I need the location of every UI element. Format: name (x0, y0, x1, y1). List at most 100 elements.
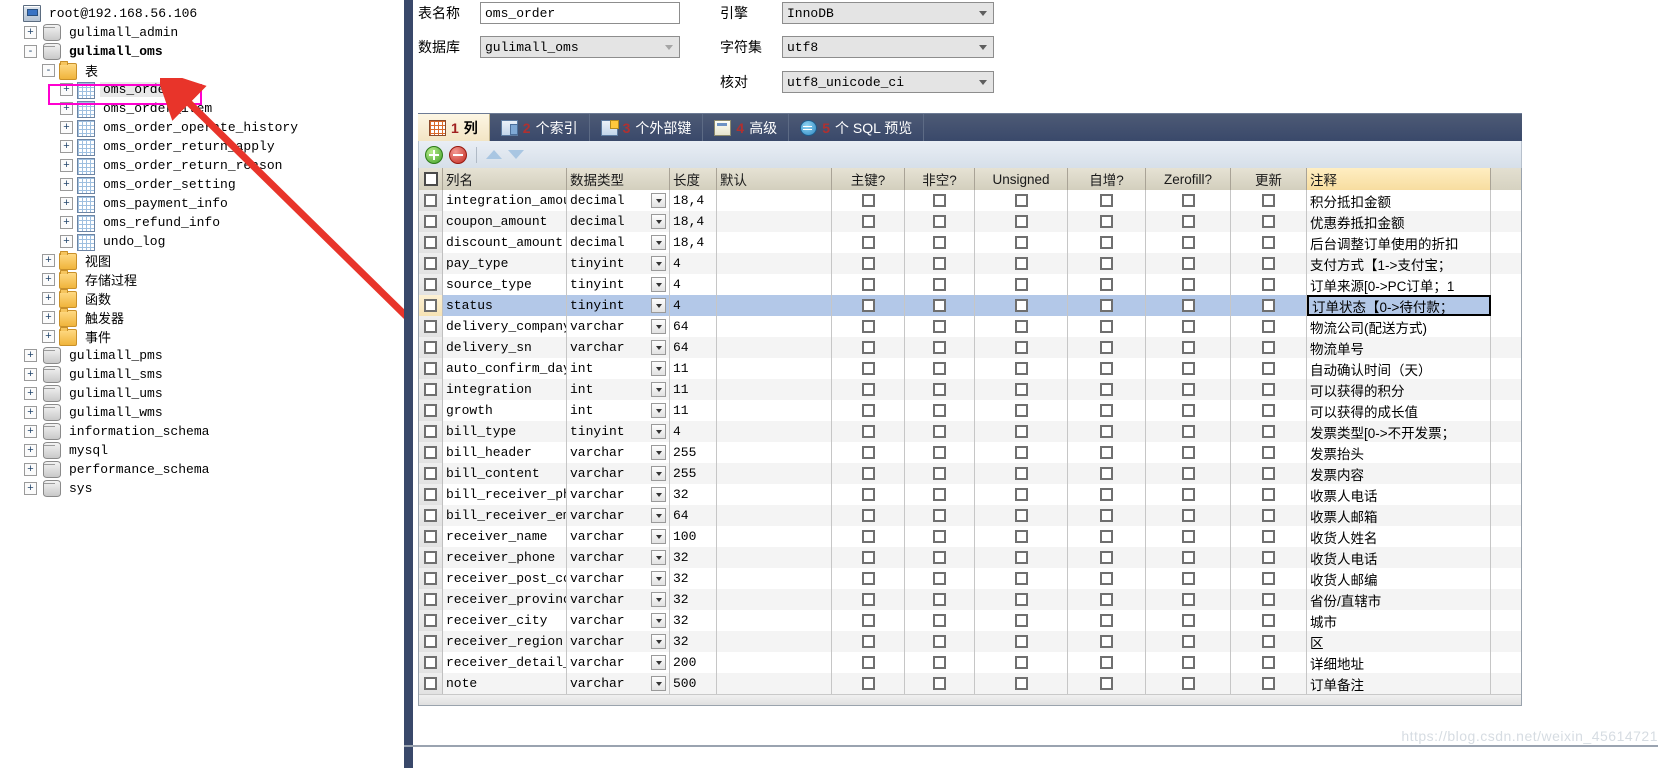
field-type-cell[interactable]: varchar (567, 337, 670, 358)
expand-icon[interactable]: + (42, 311, 55, 324)
field-auto-increment-cell[interactable] (1068, 253, 1146, 274)
on-update-checkbox[interactable] (1262, 656, 1275, 669)
table-row[interactable]: source_type tinyint 4 订单来源[0->PC订单；1 (419, 274, 1521, 295)
chevron-down-icon[interactable] (651, 676, 666, 691)
field-unsigned-cell[interactable] (975, 526, 1068, 547)
auto-increment-checkbox[interactable] (1100, 299, 1113, 312)
field-primary-key-cell[interactable] (832, 463, 905, 484)
field-length-cell[interactable]: 255 (670, 463, 717, 484)
unsigned-checkbox[interactable] (1014, 194, 1028, 207)
field-zerofill-cell[interactable] (1146, 610, 1231, 631)
primary-key-checkbox[interactable] (861, 362, 875, 375)
on-update-checkbox[interactable] (1262, 320, 1275, 333)
chevron-down-icon[interactable] (651, 613, 666, 628)
table-row[interactable]: integration int 11 可以获得的积分 (419, 379, 1521, 400)
on-update-checkbox[interactable] (1262, 404, 1275, 417)
primary-key-checkbox[interactable] (861, 572, 875, 585)
auto-increment-checkbox[interactable] (1100, 614, 1113, 627)
field-on-update-cell[interactable] (1231, 652, 1307, 673)
select-all-cell[interactable] (419, 168, 443, 190)
tree-item-oms_order_item[interactable]: + oms_order_item (0, 99, 404, 118)
field-unsigned-cell[interactable] (975, 253, 1068, 274)
field-not-null-cell[interactable] (905, 505, 975, 526)
field-auto-increment-cell[interactable] (1068, 568, 1146, 589)
field-type-cell[interactable]: varchar (567, 652, 670, 673)
field-comment-cell[interactable]: 发票类型[0->不开发票； (1307, 421, 1491, 442)
field-comment-cell[interactable]: 物流单号 (1307, 337, 1491, 358)
field-zerofill-cell[interactable] (1146, 379, 1231, 400)
field-comment-cell[interactable]: 可以获得的积分 (1307, 379, 1491, 400)
tab-个外部键[interactable]: 3 个外部键 (590, 114, 704, 142)
column-header[interactable]: 列名 (443, 168, 567, 190)
row-select-cell[interactable] (419, 673, 443, 694)
field-unsigned-cell[interactable] (975, 337, 1068, 358)
field-not-null-cell[interactable] (905, 379, 975, 400)
field-type-cell[interactable]: varchar (567, 547, 670, 568)
field-zerofill-cell[interactable] (1146, 631, 1231, 652)
field-default-cell[interactable] (717, 673, 832, 694)
row-select-cell[interactable] (419, 295, 443, 316)
unsigned-checkbox[interactable] (1014, 320, 1028, 333)
field-not-null-cell[interactable] (905, 652, 975, 673)
field-type-cell[interactable]: int (567, 400, 670, 421)
field-type-cell[interactable]: varchar (567, 631, 670, 652)
field-primary-key-cell[interactable] (832, 337, 905, 358)
field-on-update-cell[interactable] (1231, 358, 1307, 379)
chevron-down-icon[interactable] (651, 592, 666, 607)
move-up-icon[interactable] (486, 150, 502, 159)
auto-increment-checkbox[interactable] (1100, 677, 1113, 690)
field-length-cell[interactable]: 18,4 (670, 211, 717, 232)
field-auto-increment-cell[interactable] (1068, 211, 1146, 232)
field-length-cell[interactable]: 4 (670, 295, 717, 316)
field-auto-increment-cell[interactable] (1068, 400, 1146, 421)
field-length-cell[interactable]: 32 (670, 484, 717, 505)
not-null-checkbox[interactable] (933, 404, 946, 417)
field-comment-cell[interactable]: 收货人电话 (1307, 547, 1491, 568)
field-name-cell[interactable]: receiver_post_code (443, 568, 567, 589)
on-update-checkbox[interactable] (1262, 593, 1275, 606)
zerofill-checkbox[interactable] (1181, 509, 1195, 522)
field-name-cell[interactable]: bill_type (443, 421, 567, 442)
field-length-cell[interactable]: 32 (670, 568, 717, 589)
unsigned-checkbox[interactable] (1014, 236, 1028, 249)
field-not-null-cell[interactable] (905, 421, 975, 442)
field-on-update-cell[interactable] (1231, 274, 1307, 295)
chevron-down-icon[interactable] (651, 487, 666, 502)
not-null-checkbox[interactable] (933, 488, 946, 501)
field-type-cell[interactable]: int (567, 358, 670, 379)
add-field-icon[interactable] (425, 145, 443, 164)
field-unsigned-cell[interactable] (975, 442, 1068, 463)
table-row[interactable]: bill_receiver_phonevarchar 32 收票人电话 (419, 484, 1521, 505)
unsigned-checkbox[interactable] (1014, 635, 1028, 648)
on-update-checkbox[interactable] (1262, 215, 1275, 228)
field-unsigned-cell[interactable] (975, 568, 1068, 589)
field-not-null-cell[interactable] (905, 358, 975, 379)
field-not-null-cell[interactable] (905, 484, 975, 505)
field-default-cell[interactable] (717, 358, 832, 379)
tree-item-performance_schema[interactable]: + performance_schema (0, 460, 404, 479)
field-on-update-cell[interactable] (1231, 190, 1307, 211)
unsigned-checkbox[interactable] (1014, 425, 1028, 438)
not-null-checkbox[interactable] (933, 257, 946, 270)
on-update-checkbox[interactable] (1262, 572, 1275, 585)
auto-increment-checkbox[interactable] (1100, 257, 1113, 270)
field-name-cell[interactable]: receiver_name (443, 526, 567, 547)
auto-increment-checkbox[interactable] (1100, 425, 1113, 438)
collapse-icon[interactable]: - (42, 64, 55, 77)
on-update-checkbox[interactable] (1262, 488, 1275, 501)
field-primary-key-cell[interactable] (832, 421, 905, 442)
field-not-null-cell[interactable] (905, 442, 975, 463)
row-select-cell[interactable] (419, 568, 443, 589)
designer-tab-bar[interactable]: 1 列2 个索引 3 个外部键 4 高级 5 个 SQL 预览 (418, 113, 1522, 142)
field-on-update-cell[interactable] (1231, 547, 1307, 568)
field-unsigned-cell[interactable] (975, 652, 1068, 673)
tree-item--[interactable]: -表 (0, 60, 404, 80)
field-zerofill-cell[interactable] (1146, 337, 1231, 358)
field-type-cell[interactable]: tinyint (567, 274, 670, 295)
field-name-cell[interactable]: note (443, 673, 567, 694)
auto-increment-checkbox[interactable] (1100, 320, 1113, 333)
table-row[interactable]: receiver_name varchar 100 收货人姓名 (419, 526, 1521, 547)
field-name-cell[interactable]: discount_amount (443, 232, 567, 253)
auto-increment-checkbox[interactable] (1100, 635, 1113, 648)
primary-key-checkbox[interactable] (861, 530, 875, 543)
